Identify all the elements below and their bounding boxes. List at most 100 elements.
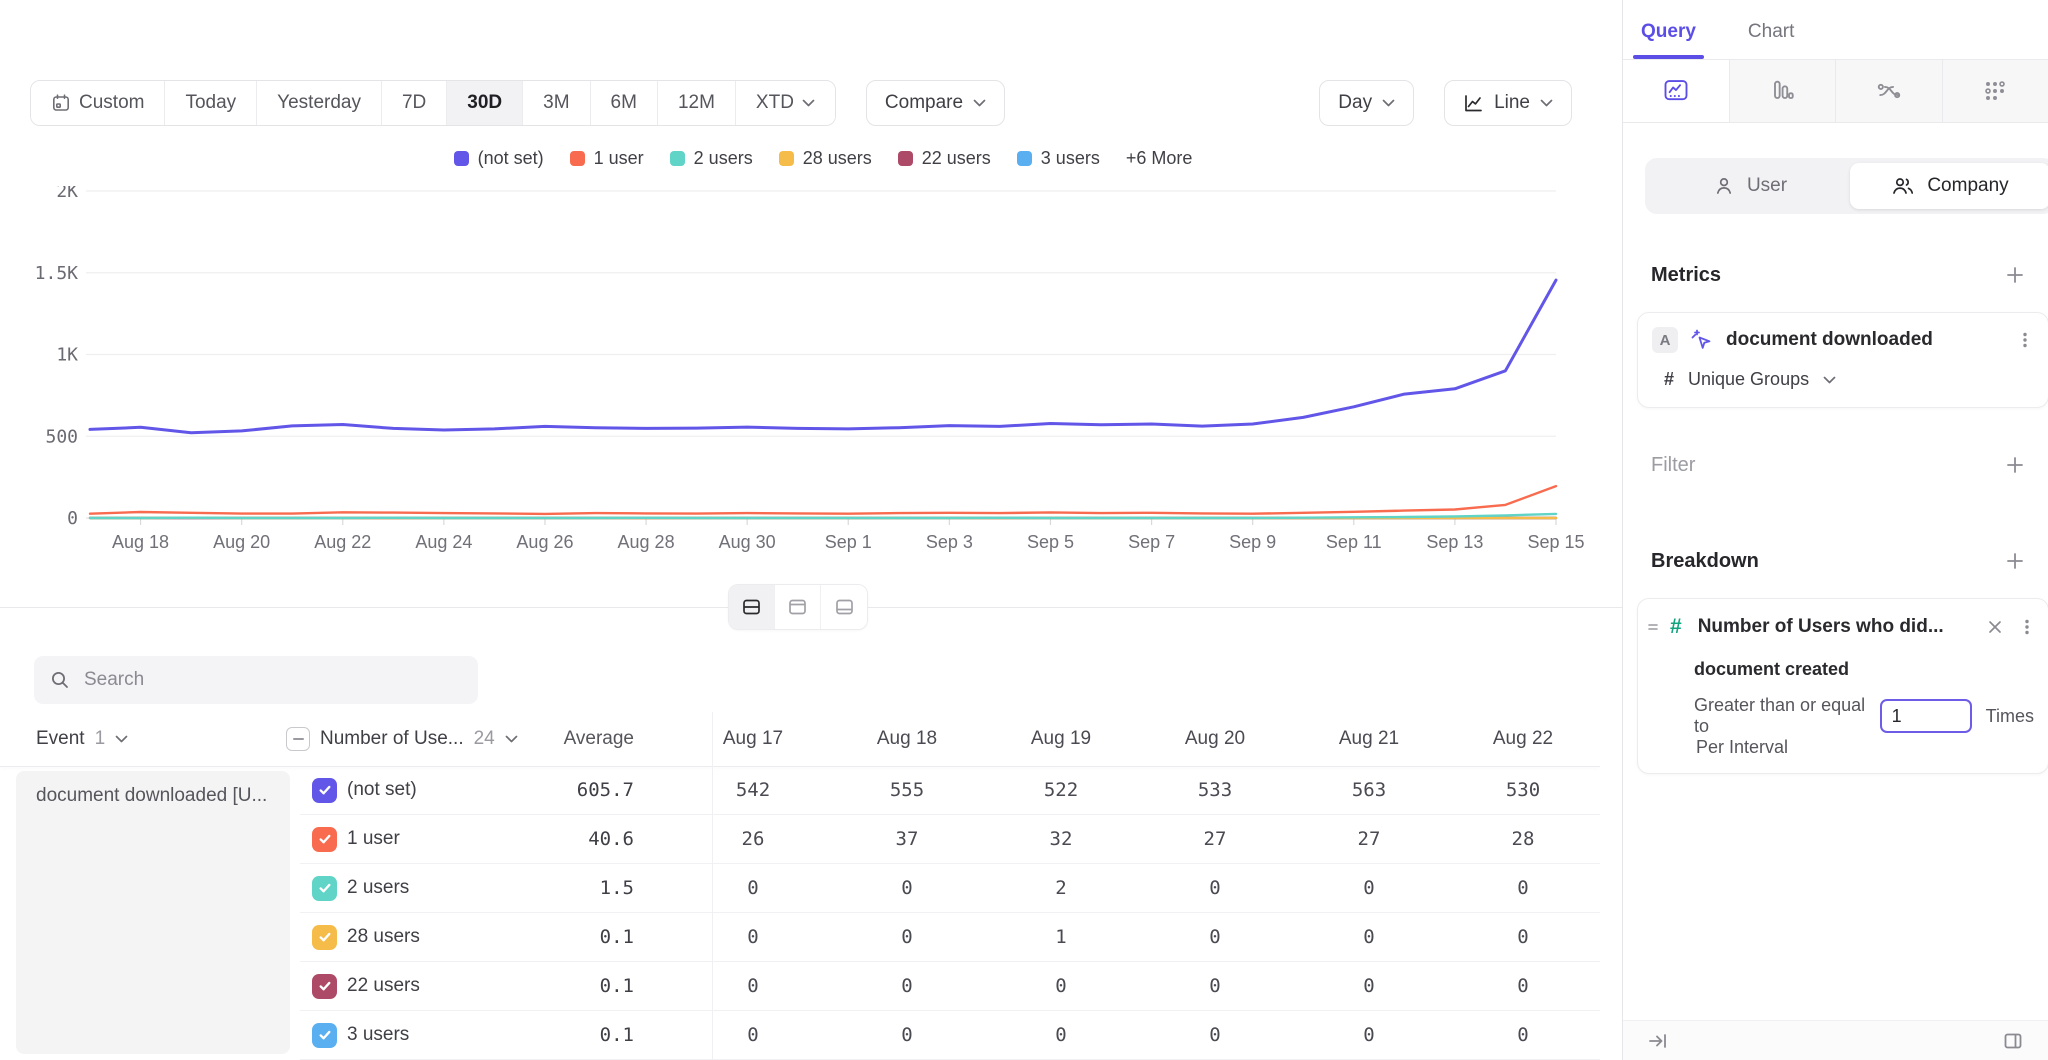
legend-item[interactable]: 3 users <box>1017 148 1100 169</box>
chart-type-line-chart[interactable] <box>1623 60 1730 122</box>
layout-chart-only-button[interactable] <box>775 585 821 629</box>
x-axis-label: Aug 26 <box>516 532 573 552</box>
series-checkbox[interactable] <box>312 1023 337 1048</box>
series-checkbox[interactable] <box>312 778 337 803</box>
x-axis-label: Sep 3 <box>926 532 973 552</box>
legend-more[interactable]: +6 More <box>1126 148 1193 169</box>
add-breakdown-button[interactable] <box>2002 548 2028 574</box>
legend-swatch <box>570 151 585 166</box>
date-range-3m[interactable]: 3M <box>523 81 590 125</box>
series-line-1-user[interactable] <box>90 486 1556 514</box>
average-value: 40.6 <box>588 828 634 850</box>
line-chart-icon <box>1463 93 1484 114</box>
series-label: 22 users <box>347 975 420 997</box>
event-cell[interactable]: document downloaded [U... <box>16 771 290 1054</box>
granularity-button[interactable]: Day <box>1319 80 1414 126</box>
line-chart-icon <box>1661 77 1691 105</box>
chart-type-flow-chart[interactable] <box>1836 60 1943 122</box>
metric-name: document downloaded <box>1726 329 1933 351</box>
cell-value: 1 <box>984 926 1138 948</box>
breakdown-interval[interactable]: Per Interval <box>1696 737 1788 758</box>
table-rows: (not set)605.75425555225335635301 user40… <box>300 766 1600 1060</box>
date-range-custom[interactable]: Custom <box>31 81 165 125</box>
collapse-panel-icon[interactable] <box>1645 1028 1671 1054</box>
scope-company[interactable]: Company <box>1850 163 2048 209</box>
breakdown-event[interactable]: document created <box>1694 659 1849 680</box>
cell-value: 28 <box>1446 828 1600 850</box>
compare-button[interactable]: Compare <box>866 80 1005 126</box>
legend-item[interactable]: 1 user <box>570 148 644 169</box>
search-input[interactable] <box>82 668 462 692</box>
layout-split-view-button[interactable] <box>729 585 775 629</box>
event-spark-icon <box>1690 328 1714 352</box>
cell-value: 0 <box>1446 1024 1600 1046</box>
scope-user[interactable]: User <box>1650 163 1850 209</box>
chart-style-button[interactable]: Line <box>1444 80 1572 126</box>
date-column-header: Aug 22 <box>1446 728 1600 750</box>
table-row: 28 users0.1001000 <box>300 913 1600 962</box>
split-panel-icon[interactable] <box>2000 1028 2026 1054</box>
date-range-yesterday[interactable]: Yesterday <box>257 81 382 125</box>
chart-type-more-charts[interactable] <box>1943 60 2048 122</box>
table-row: (not set)605.7542555522533563530 <box>300 766 1600 815</box>
cell-value: 0 <box>1292 975 1446 997</box>
series-checkbox[interactable] <box>312 974 337 999</box>
metric-kebab-icon[interactable] <box>2014 329 2036 351</box>
tab-query[interactable]: Query <box>1635 20 1702 59</box>
times-value-input[interactable] <box>1880 699 1972 733</box>
legend-item[interactable]: 28 users <box>779 148 872 169</box>
cell-value: 0 <box>830 877 984 899</box>
breakdown-table: Event 1 Number of Use... 24 Average Aug … <box>0 712 1600 1060</box>
cell-value: 563 <box>1292 779 1446 801</box>
legend-item[interactable]: 2 users <box>670 148 753 169</box>
series-checkbox[interactable] <box>312 925 337 950</box>
breakdown-condition[interactable]: Greater than or equal to <box>1694 695 1866 737</box>
main-content: CustomTodayYesterday7D30D3M6M12MXTD Comp… <box>0 0 1622 1060</box>
toolbar-spacer <box>1005 80 1319 126</box>
filter-title: Filter <box>1651 454 1695 477</box>
table-row: 1 user40.6263732272728 <box>300 815 1600 864</box>
series-header-label[interactable]: Number of Use... <box>320 728 464 750</box>
measure-label[interactable]: Unique Groups <box>1688 369 1809 390</box>
legend-item[interactable]: (not set) <box>454 148 544 169</box>
cell-value: 0 <box>676 877 830 899</box>
series-cell: 3 users0.1 <box>300 1023 648 1048</box>
series-checkbox[interactable] <box>312 876 337 901</box>
breakdown-card[interactable]: # Number of Users who did... document cr… <box>1637 598 2048 774</box>
more-charts-icon <box>1980 77 2010 105</box>
chart-type-bar-chart[interactable] <box>1730 60 1837 122</box>
close-icon[interactable] <box>1984 616 2006 638</box>
date-range-12m[interactable]: 12M <box>658 81 736 125</box>
user-icon <box>1713 175 1735 197</box>
toolbar: CustomTodayYesterday7D30D3M6M12MXTD Comp… <box>30 80 1572 126</box>
cell-value: 26 <box>676 828 830 850</box>
date-range-xtd[interactable]: XTD <box>736 81 835 125</box>
series-cell: 28 users0.1 <box>300 925 648 950</box>
date-range-30d[interactable]: 30D <box>447 81 523 125</box>
legend-swatch <box>898 151 913 166</box>
average-value: 605.7 <box>577 779 634 801</box>
scope-user-label: User <box>1747 175 1787 197</box>
add-metric-button[interactable] <box>2002 262 2028 288</box>
date-range-7d[interactable]: 7D <box>382 81 447 125</box>
company-icon <box>1891 175 1915 197</box>
chart-only-icon <box>787 597 808 617</box>
series-checkbox[interactable] <box>312 827 337 852</box>
event-column-header[interactable]: Event 1 <box>0 728 274 750</box>
layout-table-only-button[interactable] <box>821 585 867 629</box>
add-filter-button[interactable] <box>2002 452 2028 478</box>
y-axis-label: 1K <box>56 345 78 366</box>
series-line--not-set-[interactable] <box>90 280 1556 433</box>
y-axis-label: 500 <box>45 426 78 447</box>
legend-label: 22 users <box>922 148 991 169</box>
drag-handle-icon[interactable] <box>1646 620 1660 634</box>
date-range-today[interactable]: Today <box>165 81 257 125</box>
metric-card[interactable]: A document downloaded # Unique Groups <box>1637 312 2048 408</box>
select-all-checkbox[interactable] <box>286 727 310 751</box>
legend-item[interactable]: 22 users <box>898 148 991 169</box>
metrics-section-header: Metrics <box>1651 262 2028 288</box>
tab-chart[interactable]: Chart <box>1742 20 1800 59</box>
breakdown-kebab-icon[interactable] <box>2016 616 2038 638</box>
cell-value: 0 <box>676 1024 830 1046</box>
date-range-6m[interactable]: 6M <box>591 81 658 125</box>
